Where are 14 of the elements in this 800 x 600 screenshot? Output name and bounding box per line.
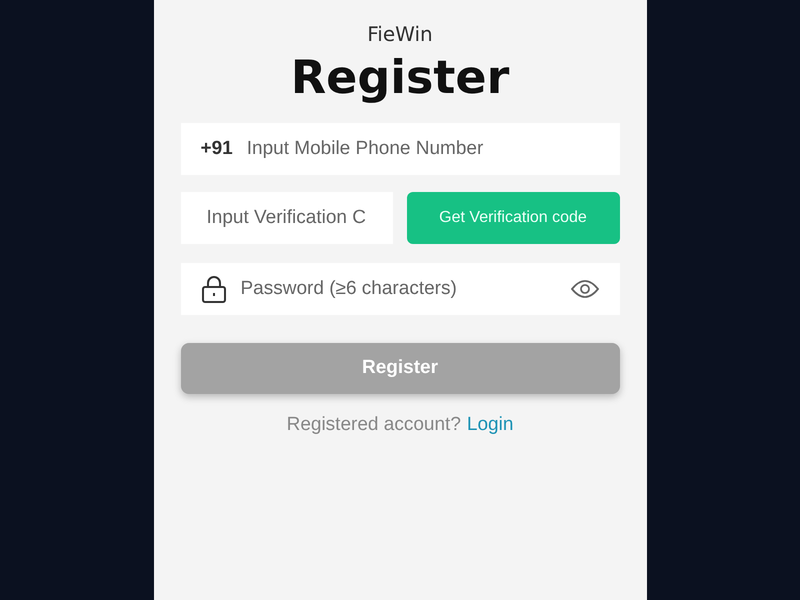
eye-icon[interactable] — [570, 278, 600, 299]
password-input[interactable]: Password (≥6 characters) — [238, 276, 558, 301]
verification-code-input[interactable]: Input Verification C — [204, 206, 376, 230]
lock-icon — [200, 274, 226, 303]
page-title: Register — [290, 52, 510, 103]
phone-number-input[interactable]: Input Mobile Phone Number — [244, 136, 600, 161]
footer-text: Registered account? — [286, 414, 461, 436]
country-code: +91 — [200, 138, 233, 160]
login-link[interactable]: Login — [466, 414, 514, 436]
password-field[interactable]: Password (≥6 characters) — [180, 262, 620, 315]
brand-name: FieWin — [367, 22, 433, 46]
get-code-button[interactable]: Get Verification code — [406, 192, 620, 244]
phone-field[interactable]: +91 Input Mobile Phone Number — [180, 122, 620, 175]
verification-code-field[interactable]: Input Verification C — [180, 192, 392, 244]
